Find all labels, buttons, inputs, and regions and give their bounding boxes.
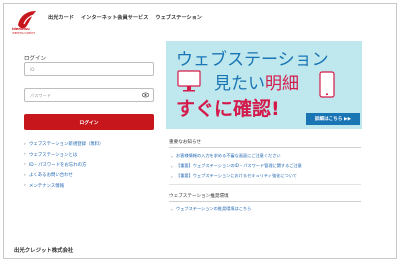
news-list: › お客様情報の入力を求める不審な画面にご注意ください › 【重要】ウェブステーショ… bbox=[171, 151, 302, 181]
news-rule bbox=[169, 147, 361, 148]
banner-line3: すぐに確認! bbox=[176, 98, 280, 120]
link-label: よくあるお問い合わせ bbox=[29, 173, 73, 179]
divider bbox=[169, 184, 361, 185]
id-field[interactable]: ID bbox=[24, 62, 154, 76]
monitor-icon bbox=[176, 69, 204, 93]
banner-line1: ウェブステーション bbox=[176, 50, 329, 70]
news-item[interactable]: › 【重要】ウェブステーションにおけるセキュリティ強化について bbox=[171, 171, 302, 181]
nav-item-card[interactable]: 出光カード bbox=[48, 14, 74, 21]
link-label: メンテナンス情報 bbox=[29, 183, 65, 189]
link-register[interactable]: › ウェブステーション新規登録（無料） bbox=[24, 139, 104, 149]
password-field[interactable]: パスワード bbox=[24, 88, 154, 102]
news-item[interactable]: › 【重要】ウェブステーションのID・パスワード管理に関するご注意 bbox=[171, 161, 302, 171]
logo-name: idemitsu bbox=[12, 27, 30, 31]
banner-line2-prefix: 見たい bbox=[214, 74, 265, 94]
news-item[interactable]: › お客様情報の入力を求める不審な画面にご注意ください bbox=[171, 151, 302, 161]
recommended-list: › ウェブステーションの推奨環境はこちら bbox=[171, 204, 251, 214]
id-placeholder: ID bbox=[30, 66, 35, 72]
news-item-label: 【重要】ウェブステーションのID・パスワード管理に関するご注意 bbox=[176, 163, 302, 168]
recommended-item[interactable]: › ウェブステーションの推奨環境はこちら bbox=[171, 204, 251, 214]
news-item-label: 【重要】ウェブステーションにおけるセキュリティ強化について bbox=[176, 173, 297, 178]
login-links: › ウェブステーション新規登録（無料） › ウェブステーションとは › ID・パスワー… bbox=[24, 139, 104, 191]
smartphone-icon bbox=[318, 71, 336, 99]
link-label: ID・パスワードをお忘れの方 bbox=[29, 162, 87, 168]
logo-subtitle: IDEMITSU CREDIT bbox=[12, 32, 35, 35]
news-item-label: お客様情報の入力を求める不審な画面にご注意ください bbox=[176, 153, 281, 158]
login-button[interactable]: ログイン bbox=[24, 114, 154, 130]
link-about[interactable]: › ウェブステーションとは bbox=[24, 149, 104, 159]
recommended-title: ウェブステーション推奨環境 bbox=[169, 194, 229, 199]
eye-icon[interactable] bbox=[141, 92, 150, 98]
top-nav: 出光カード インターネット会員サービス ウェブステーション bbox=[48, 14, 202, 21]
link-label: ウェブステーションとは bbox=[29, 152, 78, 158]
link-forgot[interactable]: › ID・パスワードをお忘れの方 bbox=[24, 160, 104, 170]
link-label: ウェブステーション新規登録（無料） bbox=[29, 142, 104, 148]
footer-brand: 出光クレジット株式会社 bbox=[14, 248, 74, 254]
password-placeholder: パスワード bbox=[30, 92, 51, 98]
recommended-rule bbox=[169, 201, 361, 202]
link-maintenance[interactable]: › メンテナンス情報 bbox=[24, 181, 104, 191]
banner-cta-button[interactable]: 詳細はこちら ▶▶ bbox=[306, 113, 360, 125]
recommended-item-label: ウェブステーションの推奨環境はこちら bbox=[176, 206, 252, 211]
promo-banner[interactable]: ウェブステーション 見たい明細 すぐに確認! 詳細はこちら ▶▶ bbox=[166, 41, 362, 129]
banner-line2: 見たい明細 bbox=[214, 69, 299, 94]
banner-line2-accent: 明細 bbox=[265, 74, 299, 94]
login-title: ログイン bbox=[24, 56, 47, 62]
news-title: 重要なお知らせ bbox=[169, 140, 202, 145]
nav-item-member-service[interactable]: インターネット会員サービス bbox=[81, 14, 148, 21]
link-faq[interactable]: › よくあるお問い合わせ bbox=[24, 170, 104, 180]
nav-item-webstation[interactable]: ウェブステーション bbox=[155, 14, 202, 21]
